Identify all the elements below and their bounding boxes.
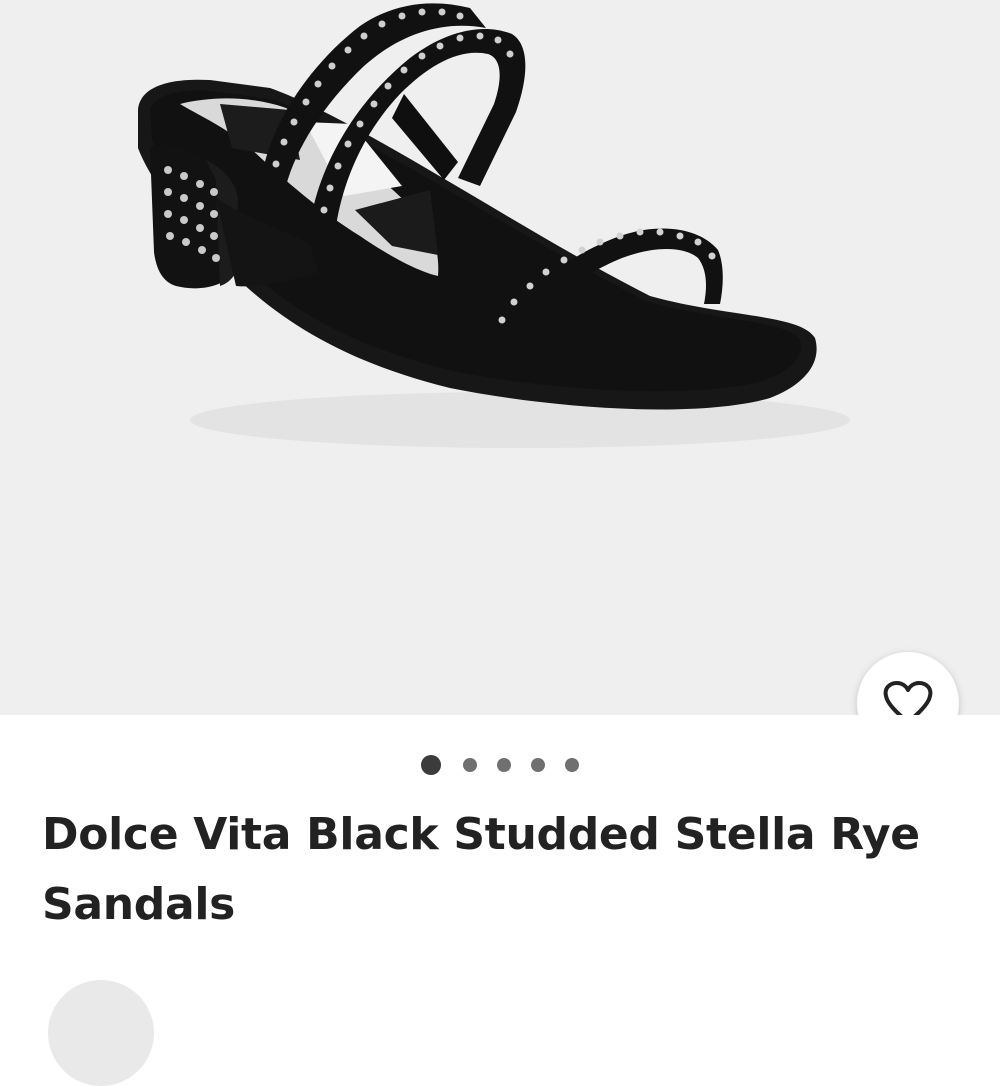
image-pagination <box>0 753 1000 777</box>
seller-avatar[interactable] <box>48 980 154 1086</box>
heart-outline-icon <box>883 681 933 715</box>
pagination-dot[interactable] <box>565 758 579 772</box>
product-image-gallery[interactable] <box>0 0 1000 715</box>
pagination-dot[interactable] <box>531 758 545 772</box>
pagination-dot[interactable] <box>497 758 511 772</box>
pagination-dot[interactable] <box>463 758 477 772</box>
pagination-dot-active[interactable] <box>421 755 441 775</box>
product-title: Dolce Vita Black Studded Stella Rye Sand… <box>42 809 920 930</box>
product-image <box>0 0 1000 715</box>
